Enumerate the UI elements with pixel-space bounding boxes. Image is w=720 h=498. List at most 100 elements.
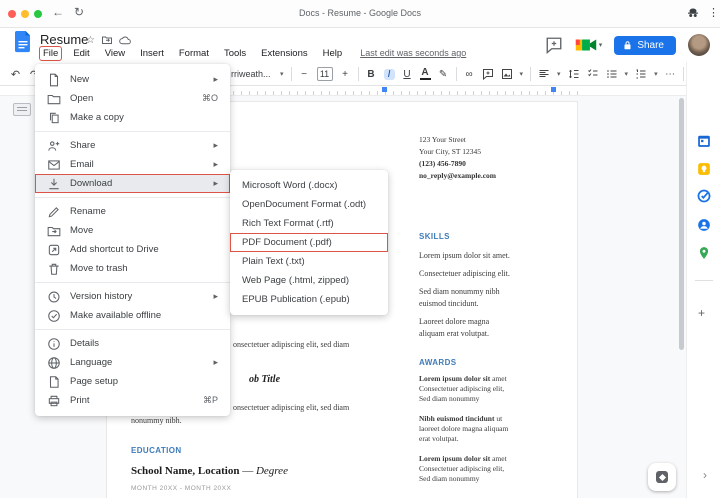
bulleted-list-icon[interactable] (606, 68, 618, 80)
menu-item-label: Web Page (.html, zipped) (242, 275, 350, 286)
menu-item-label: Share (70, 140, 96, 151)
last-edit-link[interactable]: Last edit was seconds ago (360, 47, 466, 60)
contacts-icon[interactable] (697, 218, 711, 232)
menu-view[interactable]: View (102, 47, 128, 60)
google-docs-logo-icon[interactable] (14, 31, 32, 55)
checklist-icon[interactable] (587, 68, 599, 80)
maps-icon[interactable] (697, 246, 711, 260)
hide-panel-chevron-icon[interactable]: › (703, 468, 707, 482)
browser-menu-icon[interactable]: ⋮ (708, 6, 719, 19)
more-options-icon[interactable]: ⋯ (665, 69, 676, 80)
file-menu-item-version-history[interactable]: Version history ▸ (35, 287, 230, 306)
highlight-color-icon[interactable]: ✎ (438, 69, 449, 80)
download-item-pdf-document-pdf[interactable]: PDF Document (.pdf) (230, 233, 388, 252)
font-family-select[interactable]: rriweath... (231, 69, 273, 79)
document-title[interactable]: Resume (40, 32, 88, 47)
move-folder-icon[interactable] (101, 34, 113, 46)
add-comment-icon[interactable] (482, 68, 494, 80)
file-menu-item-page-setup[interactable]: Page setup (35, 372, 230, 391)
meet-icon (575, 39, 597, 51)
google-docs-window: ← ↻ Docs - Resume - Google Docs ⋮ Resume… (0, 0, 720, 498)
download-item-rich-text-format-rtf[interactable]: Rich Text Format (.rtf) (230, 214, 388, 233)
italic-button[interactable]: I (383, 68, 395, 80)
menu-item-label: Add shortcut to Drive (70, 244, 159, 255)
skill-item: Lorem ipsum dolor sit amet. (419, 251, 510, 260)
file-menu-item-new[interactable]: New ▸ (35, 70, 230, 89)
text-color-button[interactable]: A (419, 68, 431, 80)
school-dates: MONTH 20XX - MONTH 20XX (131, 485, 232, 492)
menu-extensions[interactable]: Extensions (258, 47, 310, 60)
file-menu-item-download[interactable]: Download ▸ (35, 174, 230, 193)
download-item-web-page-html-zipped[interactable]: Web Page (.html, zipped) (230, 271, 388, 290)
calendar-icon[interactable] (697, 134, 711, 148)
menu-tools[interactable]: Tools (221, 47, 249, 60)
download-submenu: Microsoft Word (.docx) OpenDocument Forma… (230, 170, 388, 315)
file-menu-item-details[interactable]: Details (35, 334, 230, 353)
underline-button[interactable]: U (402, 69, 413, 80)
align-left-icon[interactable] (538, 68, 550, 80)
awards-heading: AWARDS (419, 358, 457, 367)
account-avatar[interactable] (688, 34, 710, 56)
tasks-icon[interactable] (697, 189, 711, 203)
keep-icon[interactable] (697, 162, 711, 176)
menu-item-label: EPUB Publication (.epub) (242, 294, 350, 305)
insert-image-icon[interactable] (501, 68, 513, 80)
file-menu-item-open[interactable]: Open ⌘O (35, 89, 230, 108)
submenu-arrow-icon: ▸ (213, 178, 218, 188)
vertical-scrollbar[interactable] (679, 98, 684, 350)
shortcut-label: ⌘O (201, 93, 218, 103)
share-button[interactable]: Share (614, 35, 676, 55)
resume-body-wrap-line: nonummy nibh. (131, 416, 182, 425)
globe-icon (47, 356, 61, 370)
download-item-plain-text-txt[interactable]: Plain Text (.txt) (230, 252, 388, 271)
right-margin-marker[interactable] (551, 87, 556, 92)
document-outline-button[interactable] (13, 103, 31, 116)
menu-help[interactable]: Help (320, 47, 346, 60)
menu-edit[interactable]: Edit (70, 47, 92, 60)
line-spacing-icon[interactable] (568, 68, 580, 80)
file-menu-item-share[interactable]: Share ▸ (35, 136, 230, 155)
file-menu-item-add-shortcut-to-drive[interactable]: Add shortcut to Drive (35, 240, 230, 259)
file-menu-item-print[interactable]: Print ⌘P (35, 391, 230, 410)
meet-button[interactable]: ▾ (575, 37, 602, 53)
get-addons-button[interactable]: + (698, 306, 705, 320)
star-icon[interactable]: ☆ (86, 35, 95, 46)
file-menu-item-move-to-trash[interactable]: Move to trash (35, 259, 230, 278)
rail-divider (695, 280, 713, 281)
numbered-list-icon[interactable] (635, 68, 647, 80)
menu-item-label: Make available offline (70, 310, 162, 321)
comment-icon[interactable] (545, 36, 563, 54)
file-menu-item-make-available-offline[interactable]: Make available offline (35, 306, 230, 325)
menu-insert[interactable]: Insert (137, 47, 167, 60)
browser-tab-title: Docs - Resume - Google Docs (298, 8, 422, 18)
menu-divider (35, 131, 230, 132)
menu-format[interactable]: Format (176, 47, 212, 60)
undo-icon[interactable]: ↶ (10, 68, 21, 81)
menu-item-label: Page setup (70, 376, 119, 387)
copy-icon (47, 111, 61, 125)
file-menu-item-make-a-copy[interactable]: Make a copy (35, 108, 230, 127)
font-size-input[interactable]: 11 (316, 67, 333, 81)
indent-marker[interactable] (382, 87, 387, 92)
decrease-font-size-button[interactable]: − (299, 69, 310, 80)
lock-icon (624, 40, 631, 49)
download-item-microsoft-word-docx[interactable]: Microsoft Word (.docx) (230, 176, 388, 195)
file-menu-item-language[interactable]: Language ▸ (35, 353, 230, 372)
bold-button[interactable]: B (366, 69, 377, 80)
download-item-epub-publication-epub[interactable]: EPUB Publication (.epub) (230, 290, 388, 309)
version-history-icon (47, 290, 61, 304)
insert-link-icon[interactable]: ∞ (464, 69, 475, 80)
increase-font-size-button[interactable]: + (340, 69, 351, 80)
submenu-arrow-icon: ▸ (213, 357, 218, 367)
download-item-opendocument-format-odt[interactable]: OpenDocument Format (.odt) (230, 195, 388, 214)
page-setup-icon (47, 375, 61, 389)
explore-button[interactable] (648, 463, 676, 491)
menu-item-label: Move (70, 225, 94, 236)
menu-item-label: Move to trash (70, 263, 128, 274)
menu-item-label: Details (70, 338, 100, 349)
file-menu-item-email[interactable]: Email ▸ (35, 155, 230, 174)
file-menu-item-rename[interactable]: Rename (35, 202, 230, 221)
menu-divider (35, 329, 230, 330)
menu-file[interactable]: File (38, 46, 63, 61)
file-menu-item-move[interactable]: Move (35, 221, 230, 240)
